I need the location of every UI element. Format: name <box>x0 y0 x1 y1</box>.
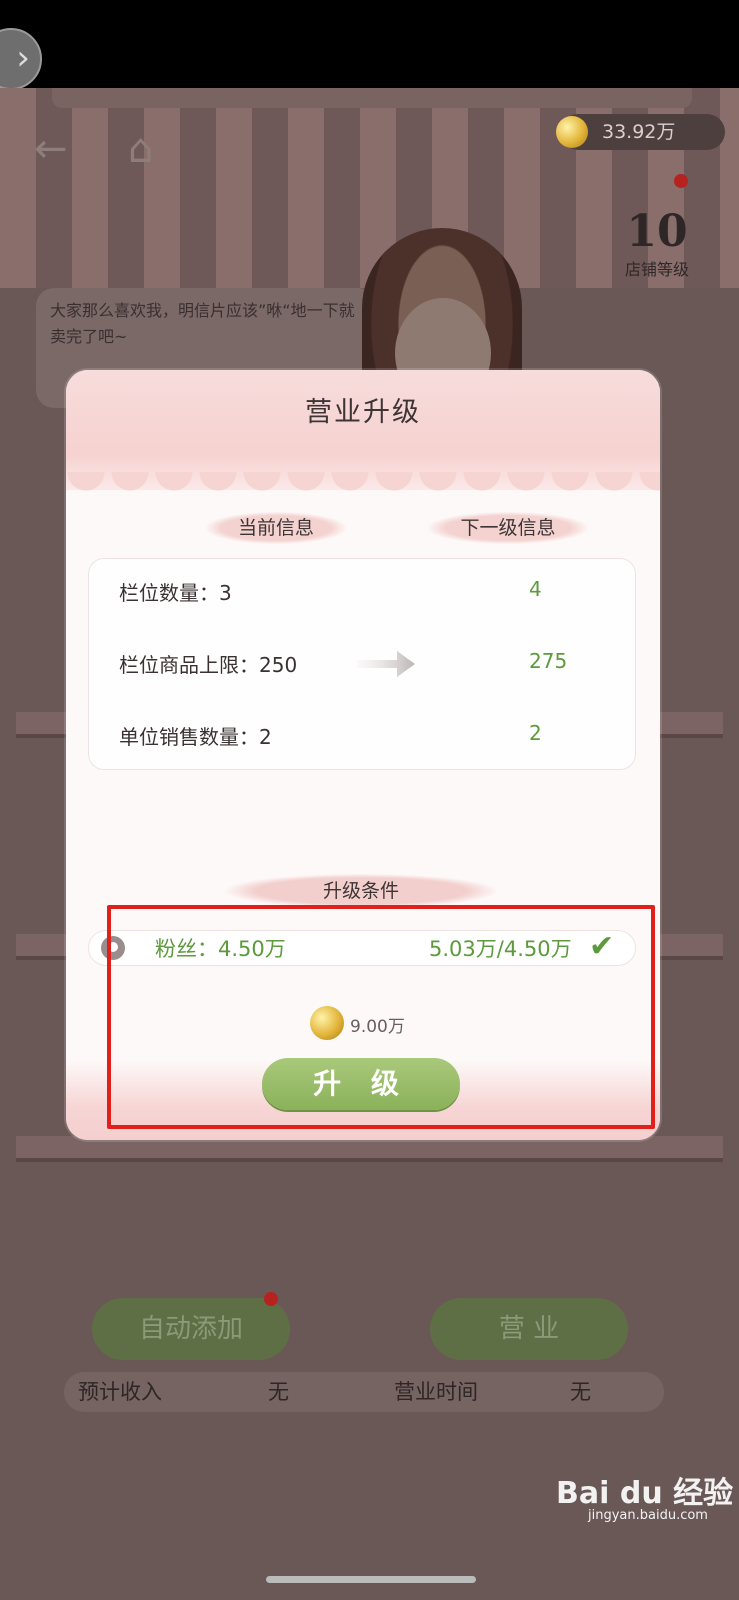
auto-add-notification-dot <box>264 1292 278 1306</box>
shop-level-badge[interactable]: 10 店铺等级 <box>612 208 702 280</box>
business-time-label: 营业时间 <box>394 1380 478 1404</box>
auto-add-label: 自动添加 <box>138 1314 243 1344</box>
shop-level-number: 10 <box>626 206 688 257</box>
info-row-unit-sales: 单位销售数量：2 <box>119 721 272 750</box>
watermark-logo: Bai du 经验 <box>556 1476 734 1511</box>
baidu-jingyan-watermark: Bai du 经验 jingyan.baidu.com <box>556 1468 733 1523</box>
info-current-value: 250 <box>259 653 298 677</box>
info-label: 栏位商品上限： <box>119 653 259 677</box>
info-next-value: 275 <box>529 649 568 673</box>
speech-text: 大家那么喜欢我，明信片应该”咻“地一下就卖完了吧~ <box>50 301 355 346</box>
coin-icon <box>556 116 588 148</box>
dialog-header-decoration <box>66 370 660 508</box>
info-label: 栏位数量： <box>119 581 219 605</box>
level-info-card: 栏位数量：3 4 栏位商品上限：250 275 单位销售数量：2 2 <box>88 558 636 770</box>
home-icon[interactable]: ⌂ <box>128 126 153 172</box>
info-label: 单位销售数量： <box>119 725 259 749</box>
upgrade-conditions-header: 升级条件 <box>226 874 496 908</box>
coin-balance-value: 33.92万 <box>602 121 676 143</box>
info-next-value: 2 <box>529 721 542 745</box>
shop-sign-bar <box>52 88 692 108</box>
info-current-value: 2 <box>259 725 272 749</box>
income-label: 预计收入 <box>78 1380 162 1404</box>
right-arrow-icon <box>357 651 415 677</box>
business-label: 营 业 <box>498 1314 560 1344</box>
info-current-value: 3 <box>219 581 232 605</box>
coin-balance: 33.92万 <box>556 114 725 150</box>
back-arrow-icon[interactable]: ← <box>34 126 68 172</box>
start-business-button[interactable]: 营 业 <box>430 1298 628 1360</box>
status-bar <box>0 0 739 88</box>
income-value: 无 <box>268 1380 289 1404</box>
info-next-value: 4 <box>529 577 542 601</box>
business-summary: 预计收入 无 营业时间 无 <box>64 1372 664 1412</box>
auto-add-button[interactable]: 自动添加 <box>92 1298 290 1360</box>
info-row-slots: 栏位数量：3 <box>119 577 232 606</box>
current-info-header: 当前信息 <box>206 512 346 544</box>
notification-dot <box>674 174 688 188</box>
highlight-annotation-box <box>107 905 655 1129</box>
dialog-title: 营业升级 <box>305 397 421 428</box>
shop-level-label: 店铺等级 <box>624 260 689 279</box>
info-row-slot-limit: 栏位商品上限：250 <box>119 649 297 678</box>
home-indicator[interactable] <box>266 1576 476 1583</box>
next-level-info-header: 下一级信息 <box>428 512 588 544</box>
business-time-value: 无 <box>570 1380 591 1404</box>
